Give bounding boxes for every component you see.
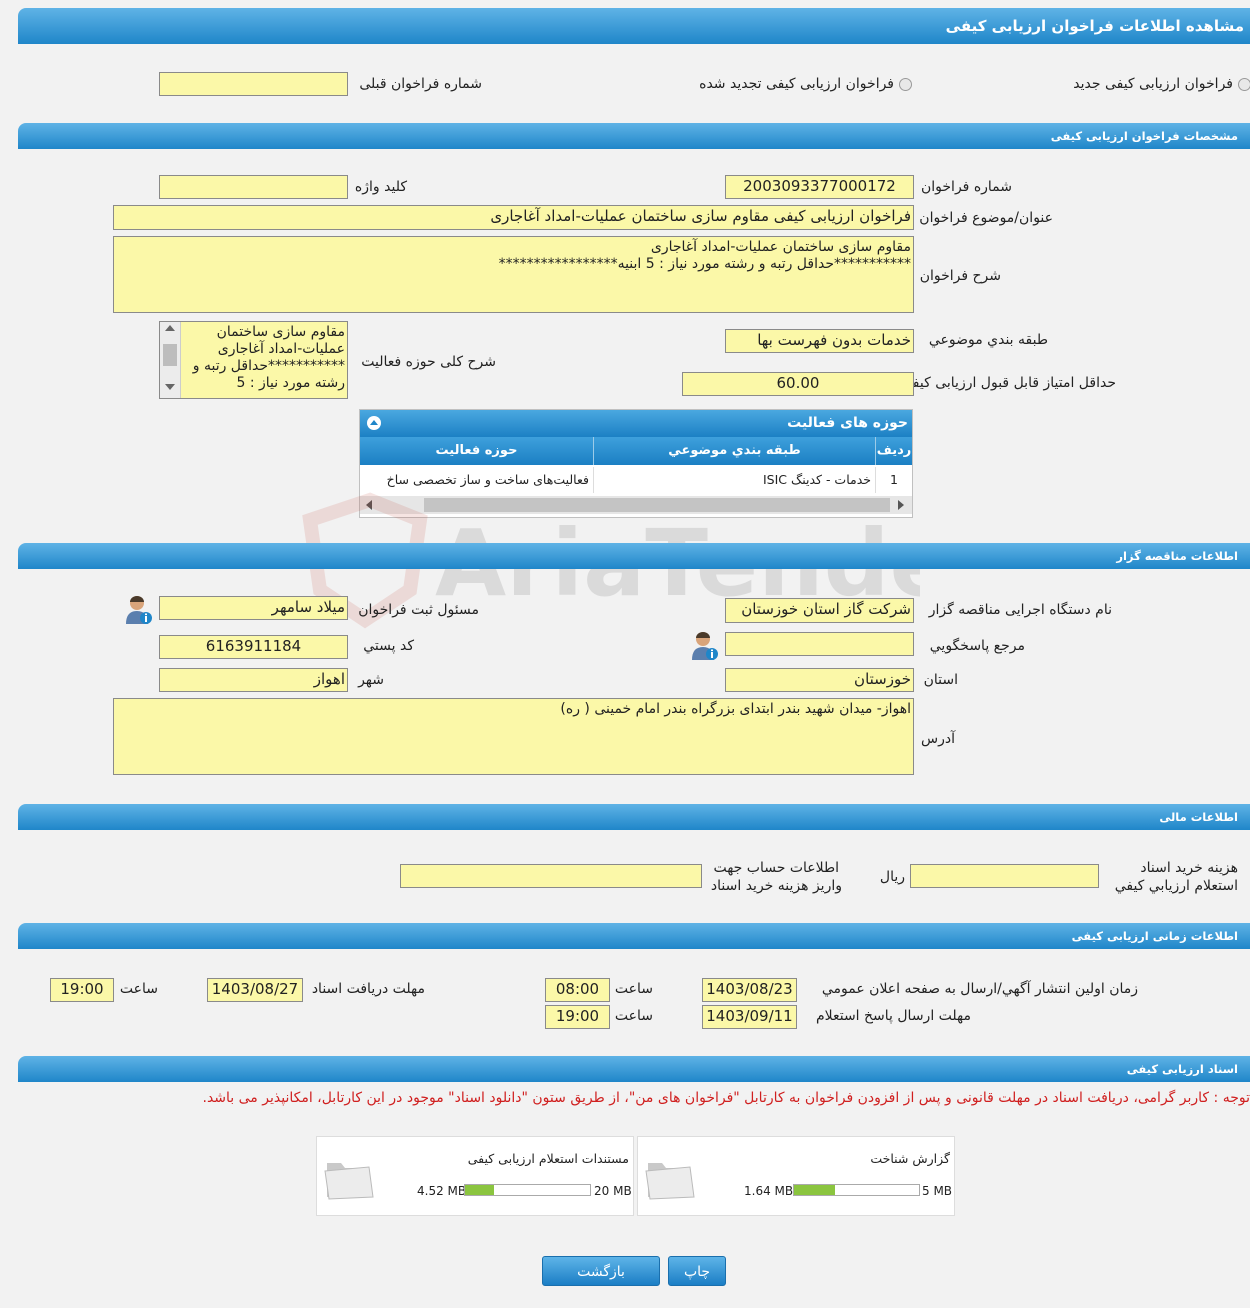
publish-time-label: ساعت bbox=[614, 981, 653, 997]
document-title[interactable]: مستندات استعلام ارزیابی کیفی bbox=[468, 1151, 629, 1166]
column-row-header[interactable]: ردیف bbox=[875, 437, 912, 465]
activities-panel-header: حوزه های فعالیت bbox=[360, 410, 912, 437]
city-field[interactable]: اهواز bbox=[159, 668, 348, 692]
org-name-label: نام دستگاه اجرایی مناقصه گزار bbox=[928, 602, 1112, 618]
organizer-section-header: اطلاعات مناقصه گزار bbox=[18, 543, 1250, 569]
title-label: عنوان/موضوع فراخوان bbox=[919, 210, 1053, 226]
financial-section-title: اطلاعات مالی bbox=[1159, 810, 1238, 824]
cost-field[interactable] bbox=[910, 864, 1099, 888]
collapse-icon[interactable] bbox=[367, 416, 381, 430]
registrar-field[interactable]: میلاد سامهر bbox=[159, 596, 348, 620]
back-button[interactable]: بازگشت bbox=[542, 1256, 660, 1286]
new-call-radio[interactable] bbox=[1238, 78, 1250, 91]
description-label: شرح فراخوان bbox=[919, 268, 1001, 284]
title-field[interactable]: فراخوان ارزیابی کیفی مقاوم سازی ساختمان … bbox=[113, 205, 914, 230]
document-card[interactable]: گزارش شناخت 1.64 MB 5 MB bbox=[637, 1136, 955, 1216]
address-field[interactable]: اهواز- میدان شهید بندر ابتدای بزرگراه بن… bbox=[113, 698, 914, 775]
documents-note: توجه : کاربر گرامی، دریافت اسناد در مهلت… bbox=[202, 1090, 1250, 1106]
call-number-field[interactable]: 2003093377000172 bbox=[725, 175, 914, 199]
scroll-thumb[interactable] bbox=[163, 344, 177, 366]
publish-label: زمان اولین انتشار آگهي/ارسال به صفحه اعل… bbox=[821, 981, 1138, 997]
document-max-size: 5 MB bbox=[922, 1184, 953, 1198]
print-button[interactable]: چاپ bbox=[668, 1256, 726, 1286]
reply-label: مهلت ارسال پاسخ استعلام bbox=[815, 1008, 971, 1024]
account-label-line2: واریز هزینه خرید اسناد bbox=[710, 878, 842, 894]
scroll-up-icon[interactable] bbox=[165, 325, 175, 331]
receive-time-field[interactable]: 19:00 bbox=[50, 978, 114, 1002]
keyword-field[interactable] bbox=[159, 175, 348, 199]
postal-code-label: کد پستي bbox=[363, 638, 414, 654]
financial-section-header: اطلاعات مالی bbox=[18, 804, 1250, 830]
city-label: شهر bbox=[358, 672, 384, 688]
cost-label-line2: استعلام ارزيابي کيفي bbox=[1114, 878, 1238, 894]
responder-info-icon[interactable] bbox=[691, 630, 719, 662]
activities-title: حوزه های فعالیت bbox=[787, 415, 908, 431]
reply-time-label: ساعت bbox=[614, 1008, 653, 1024]
document-progress-fill bbox=[465, 1185, 494, 1195]
min-score-field[interactable]: 60.00 bbox=[682, 372, 914, 396]
column-activity-header[interactable]: حوزه فعالیت bbox=[360, 437, 593, 465]
new-call-label: فراخوان ارزیابی کیفی جدید bbox=[1073, 76, 1233, 92]
cost-label-line1: هزینه خرید اسناد bbox=[1140, 860, 1238, 876]
address-label: آدرس bbox=[921, 731, 955, 747]
province-label: استان bbox=[923, 672, 958, 688]
timing-section-title: اطلاعات زمانی ارزیابی کیفی bbox=[1071, 929, 1238, 943]
page-title: مشاهده اطلاعات فراخوان ارزیابی کیفی bbox=[945, 17, 1244, 35]
publish-date-field[interactable]: 1403/08/23 bbox=[702, 978, 797, 1002]
org-name-field[interactable]: شرکت گاز استان خوزستان bbox=[725, 598, 914, 623]
documents-section-title: اسناد ارزیابی کیفی bbox=[1126, 1062, 1238, 1076]
previous-number-field[interactable] bbox=[159, 72, 348, 96]
document-card[interactable]: مستندات استعلام ارزیابی کیفی 4.52 MB 20 … bbox=[316, 1136, 634, 1216]
scroll-down-icon[interactable] bbox=[165, 384, 175, 390]
renewed-call-radio[interactable] bbox=[899, 78, 912, 91]
document-size: 4.52 MB bbox=[417, 1184, 467, 1198]
folder-icon bbox=[645, 1163, 695, 1200]
document-progress-bar bbox=[464, 1184, 591, 1196]
timing-section-header: اطلاعات زمانی ارزیابی کیفی bbox=[18, 923, 1250, 949]
registrar-label: مسئول ثبت فراخوان bbox=[358, 602, 479, 618]
receive-time-label: ساعت bbox=[119, 981, 158, 997]
page-header: مشاهده اطلاعات فراخوان ارزیابی کیفی bbox=[18, 8, 1250, 44]
user-info-icon[interactable] bbox=[125, 594, 153, 626]
column-category-header[interactable]: طبقه بندي موضوعي bbox=[593, 437, 875, 465]
document-progress-fill bbox=[794, 1185, 836, 1195]
document-progress-bar bbox=[793, 1184, 920, 1196]
receive-label: مهلت دریافت اسناد bbox=[311, 981, 425, 997]
reply-date-field[interactable]: 1403/09/11 bbox=[702, 1005, 797, 1029]
responder-label: مرجع پاسخگويي bbox=[929, 638, 1025, 654]
folder-icon bbox=[324, 1163, 374, 1200]
specs-section-header: مشخصات فراخوان ارزیابی کیفی bbox=[18, 123, 1250, 149]
organizer-section-title: اطلاعات مناقصه گزار bbox=[1116, 549, 1238, 563]
document-max-size: 20 MB bbox=[594, 1184, 632, 1198]
currency-label: ريال bbox=[879, 869, 905, 885]
min-score-label: حداقل امتیاز قابل قبول ارزیابی کیفی bbox=[901, 375, 1116, 391]
activity-desc-field[interactable]: مقاوم سازی ساختمان عملیات-امداد آغاجاری … bbox=[159, 321, 348, 399]
renewed-call-label: فراخوان ارزیابی کیفی تجدید شده bbox=[699, 76, 894, 92]
responder-field[interactable] bbox=[725, 632, 914, 656]
category-label: طبقه بندي موضوعي bbox=[928, 332, 1048, 348]
province-field[interactable]: خوزستان bbox=[725, 668, 914, 692]
activity-desc-label: شرح کلی حوزه فعالیت bbox=[361, 354, 496, 370]
account-label-line1: اطلاعات حساب جهت bbox=[713, 860, 839, 876]
activity-desc-scrollbar[interactable] bbox=[160, 322, 181, 398]
postal-code-field[interactable]: 6163911184 bbox=[159, 635, 348, 659]
category-field[interactable]: خدمات بدون فهرست بها bbox=[725, 329, 914, 353]
previous-number-label: شماره فراخوان قبلی bbox=[359, 76, 482, 92]
document-size: 1.64 MB bbox=[744, 1184, 794, 1198]
account-field[interactable] bbox=[400, 864, 702, 888]
call-number-label: شماره فراخوان bbox=[921, 179, 1012, 195]
description-field[interactable]: مقاوم سازی ساختمان عملیات-امداد آغاجاری … bbox=[113, 236, 914, 313]
keyword-label: کلید واژه bbox=[354, 179, 407, 195]
documents-section-header: اسناد ارزیابی کیفی bbox=[18, 1056, 1250, 1082]
document-title[interactable]: گزارش شناخت bbox=[870, 1151, 950, 1166]
publish-time-field[interactable]: 08:00 bbox=[545, 978, 610, 1002]
specs-section-title: مشخصات فراخوان ارزیابی کیفی bbox=[1050, 129, 1238, 143]
receive-date-field[interactable]: 1403/08/27 bbox=[207, 978, 303, 1002]
reply-time-field[interactable]: 19:00 bbox=[545, 1005, 610, 1029]
